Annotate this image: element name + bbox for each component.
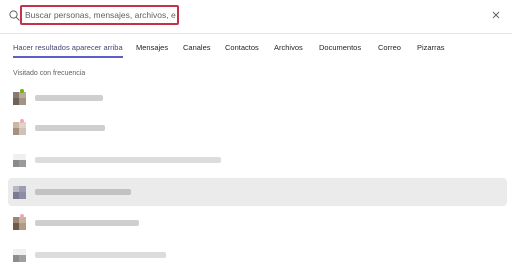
search-field[interactable] <box>20 5 179 25</box>
filter-tabs: Hacer resultados aparecer arriba Mensaje… <box>0 40 512 58</box>
redacted-name <box>35 189 131 195</box>
tab-files[interactable]: Archivos <box>274 40 303 56</box>
search-bar <box>0 0 512 34</box>
search-input[interactable] <box>25 8 176 22</box>
redacted-name <box>35 95 103 101</box>
person-avatar-icon <box>13 122 26 135</box>
person-avatar-icon <box>13 217 26 230</box>
tab-documents[interactable]: Documentos <box>319 40 361 56</box>
list-item[interactable] <box>8 84 507 112</box>
group-avatar-icon <box>13 249 26 262</box>
redacted-name <box>35 252 166 258</box>
tab-channels[interactable]: Canales <box>183 40 211 56</box>
list-item[interactable] <box>8 146 507 174</box>
group-avatar-icon <box>13 186 26 199</box>
close-icon[interactable] <box>490 9 502 21</box>
group-avatar-icon <box>13 154 26 167</box>
redacted-name <box>35 125 105 131</box>
search-divider <box>0 33 512 34</box>
person-avatar-icon <box>13 92 26 105</box>
list-item[interactable] <box>8 114 507 142</box>
presence-available-icon <box>20 89 24 93</box>
list-item[interactable] <box>8 178 507 206</box>
redacted-name <box>35 220 139 226</box>
tab-top-results[interactable]: Hacer resultados aparecer arriba <box>13 40 123 58</box>
section-title: Visitado con frecuencia <box>13 70 86 77</box>
list-item[interactable] <box>8 209 507 237</box>
tab-mail[interactable]: Correo <box>378 40 401 56</box>
list-item[interactable] <box>8 241 507 269</box>
tab-whiteboards[interactable]: Pizarras <box>417 40 445 56</box>
tab-messages[interactable]: Mensajes <box>136 40 168 56</box>
tab-contacts[interactable]: Contactos <box>225 40 259 56</box>
presence-status-icon <box>20 214 24 218</box>
redacted-name <box>35 157 221 163</box>
presence-status-icon <box>20 119 24 123</box>
